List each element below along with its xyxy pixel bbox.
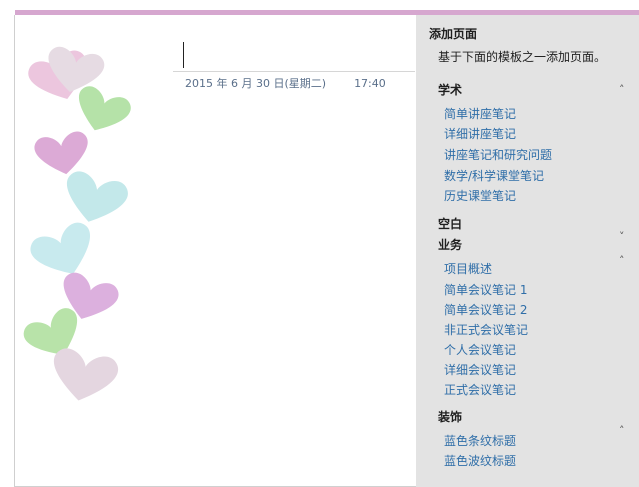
pane-title: 添加页面 — [429, 27, 478, 41]
template-blue-wave-header[interactable]: 蓝色波纹标题 — [444, 452, 516, 469]
heart-green-1 — [69, 83, 134, 140]
template-formal-meeting[interactable]: 正式会议笔记 — [444, 381, 516, 398]
section-decorative[interactable]: 装饰 — [438, 408, 462, 425]
title-caret — [183, 42, 184, 68]
page-datetime: 2015 年 6 月 30 日(星期二) 17:40 — [185, 75, 386, 91]
heart-teal-2 — [26, 218, 103, 286]
heart-grey-2 — [46, 346, 121, 408]
template-personal-meeting[interactable]: 个人会议笔记 — [444, 341, 516, 358]
template-blue-stripe-header[interactable]: 蓝色条纹标题 — [444, 432, 516, 449]
page-time: 17:40 — [354, 77, 386, 90]
section-business[interactable]: 业务 — [438, 236, 462, 253]
template-informal-meeting[interactable]: 非正式会议笔记 — [444, 321, 528, 338]
pane-description: 基于下面的模板之一添加页面。 — [438, 50, 607, 64]
section-academic[interactable]: 学术 — [438, 81, 462, 98]
chevron-down-icon[interactable]: ˅ — [619, 230, 625, 243]
template-history-notes[interactable]: 历史课堂笔记 — [444, 187, 516, 204]
chevron-up-icon[interactable]: ˄ — [619, 424, 625, 437]
page-title-field[interactable] — [173, 71, 415, 72]
template-simple-meeting-2[interactable]: 简单会议笔记 2 — [444, 301, 527, 318]
template-lecture-notes-questions[interactable]: 讲座笔记和研究问题 — [444, 146, 552, 163]
chevron-up-icon[interactable]: ˄ — [619, 254, 625, 267]
template-math-science-notes[interactable]: 数学/科学课堂笔记 — [444, 167, 544, 184]
template-simple-lecture-notes[interactable]: 简单讲座笔记 — [444, 105, 516, 122]
chevron-up-icon[interactable]: ˄ — [619, 83, 625, 96]
template-detailed-lecture-notes[interactable]: 详细讲座笔记 — [444, 125, 516, 142]
add-page-pane: 添加页面 基于下面的模板之一添加页面。 学术 ˄ 简单讲座笔记 详细讲座笔记 讲… — [416, 15, 639, 487]
section-blank[interactable]: 空白 — [438, 215, 462, 232]
heart-teal-1 — [58, 168, 131, 230]
hearts-decoration — [20, 44, 134, 408]
template-simple-meeting-1[interactable]: 简单会议笔记 1 — [444, 281, 527, 298]
heart-pink-2 — [32, 129, 93, 179]
note-page[interactable]: 2015 年 6 月 30 日(星期二) 17:40 — [15, 15, 415, 486]
page-date: 2015 年 6 月 30 日(星期二) — [185, 77, 327, 90]
template-project-overview[interactable]: 项目概述 — [444, 260, 492, 277]
template-detailed-meeting[interactable]: 详细会议笔记 — [444, 361, 516, 378]
